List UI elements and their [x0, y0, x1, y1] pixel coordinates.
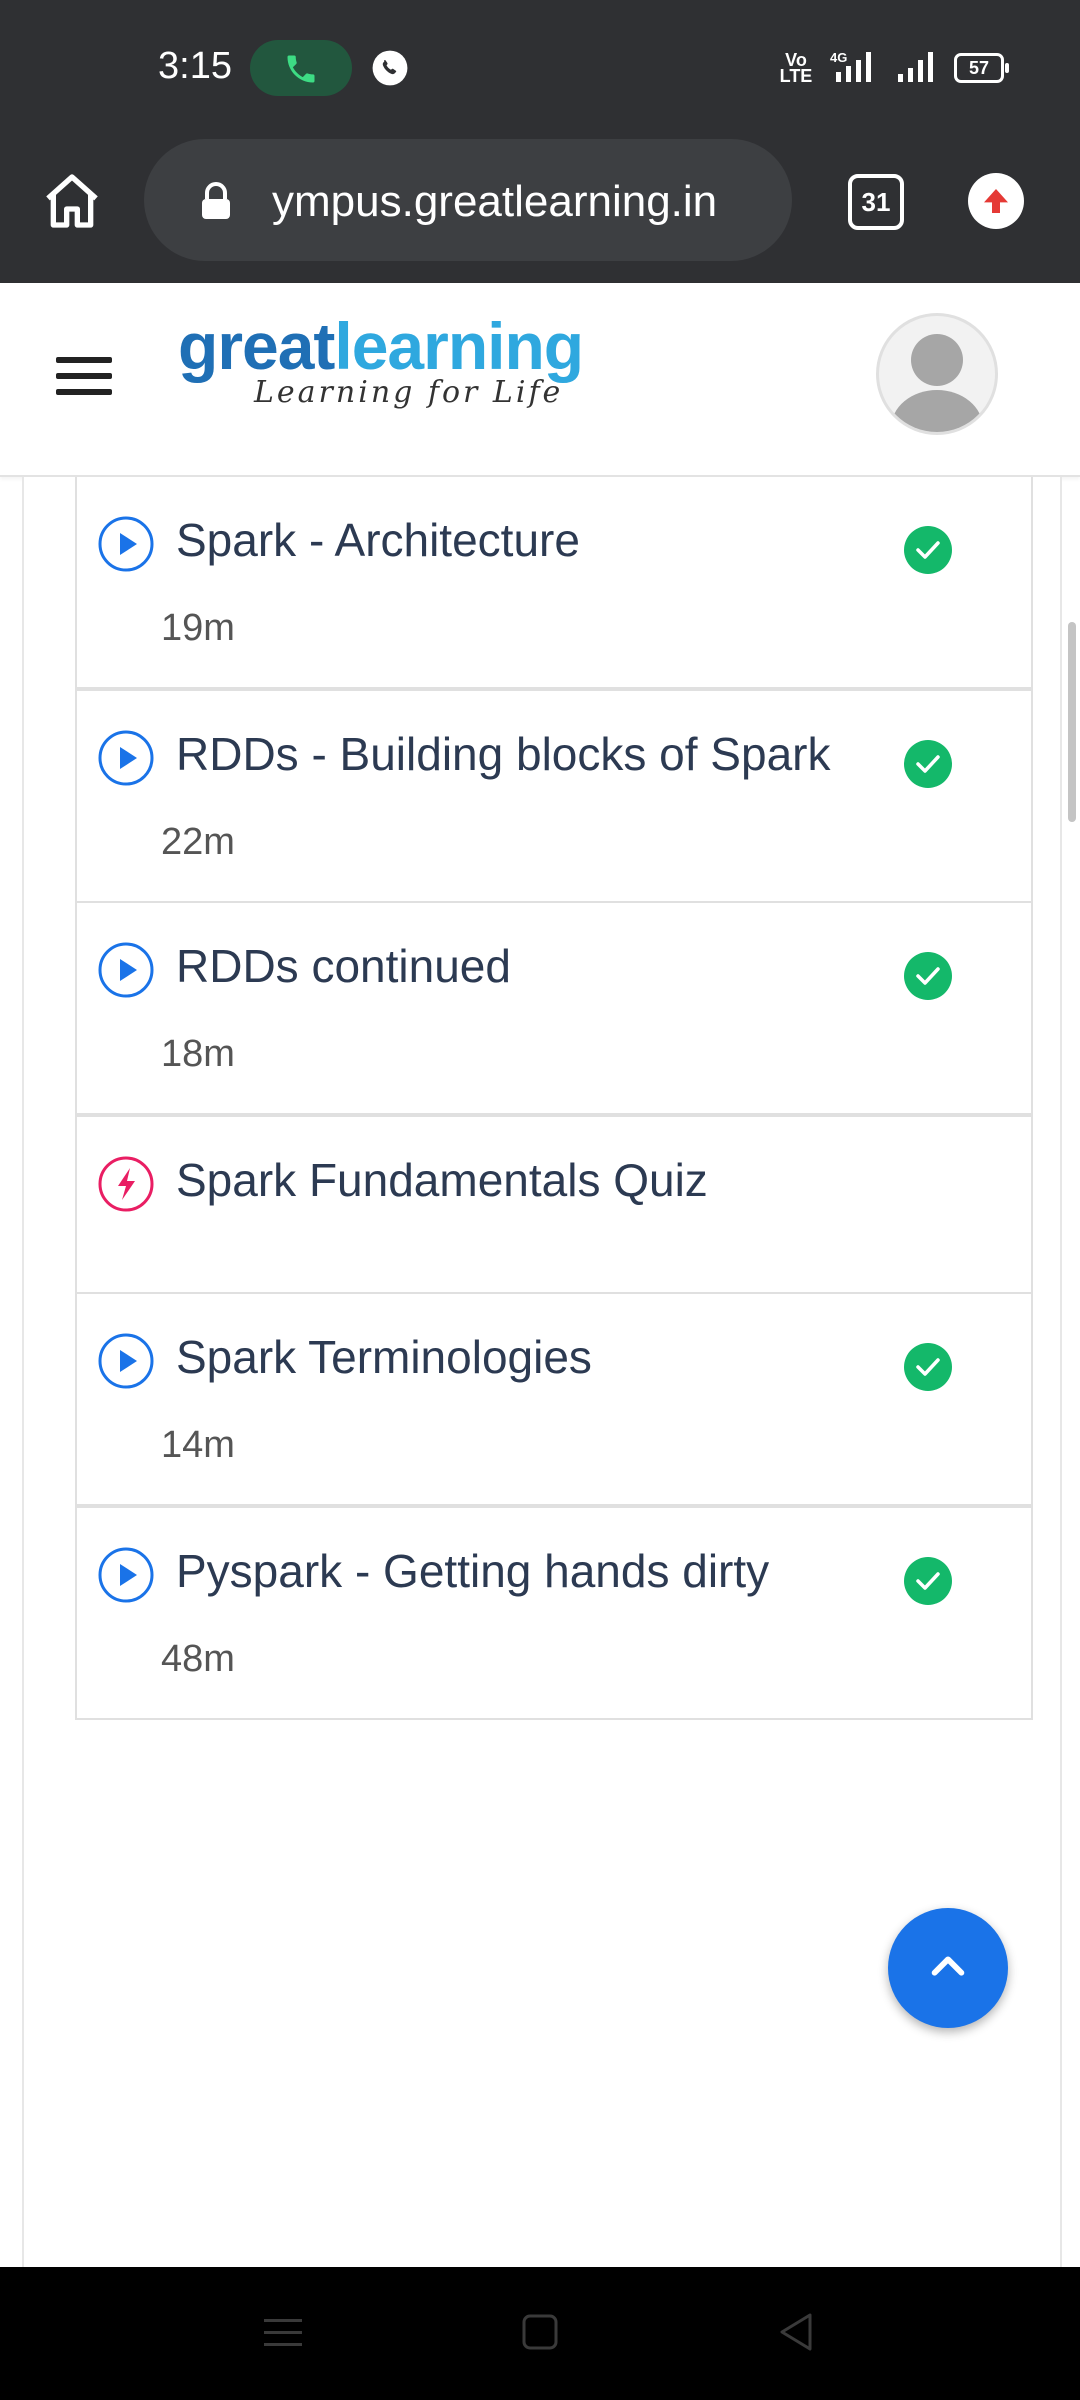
back-nav-icon[interactable] — [776, 2307, 816, 2357]
scrollbar[interactable] — [1068, 622, 1076, 822]
module-list: Spark - Architecture19mSpark architechur… — [75, 477, 1033, 1720]
status-bar: 3:15 Vo LTE 4G 57 — [0, 0, 1080, 135]
menu-icon[interactable] — [56, 357, 112, 405]
greatlearning-logo[interactable]: greatlearning Learning for Life — [178, 313, 584, 410]
completed-check-icon — [903, 525, 953, 575]
logo-tagline: Learning for Life — [254, 375, 564, 410]
module-item[interactable]: Pyspark - Getting hands dirty 48m — [77, 1508, 1031, 1720]
url-text: ympus.greatlearning.in — [272, 177, 718, 226]
play-circle-icon — [97, 1332, 155, 1390]
play-circle-icon — [97, 1546, 155, 1604]
play-circle-icon — [97, 941, 155, 999]
address-bar[interactable]: ympus.greatlearning.in — [144, 139, 792, 261]
module-title: Pyspark - Getting hands dirty — [176, 1545, 770, 1597]
arrow-up-icon — [984, 189, 1008, 213]
whatsapp-icon — [371, 49, 409, 92]
module-title: RDDs - Building blocks of Spark — [176, 728, 831, 780]
svg-text:4G: 4G — [830, 50, 847, 65]
completed-check-icon — [903, 951, 953, 1001]
completed-check-icon — [903, 1556, 953, 1606]
completed-check-icon — [903, 1342, 953, 1392]
module-duration: 48m — [161, 1638, 235, 1680]
scroll-to-top-button[interactable] — [888, 1908, 1008, 2028]
avatar[interactable] — [876, 313, 998, 435]
user-avatar-icon — [891, 334, 983, 432]
module-item[interactable]: Spark - Architecture 19m — [77, 477, 1031, 689]
update-button[interactable] — [968, 173, 1024, 229]
completed-check-icon — [903, 739, 953, 789]
module-duration: 22m — [161, 821, 235, 863]
module-title: RDDs continued — [176, 940, 511, 992]
system-icons: Vo LTE 4G 57 — [778, 50, 1009, 86]
module-item[interactable]: Spark Fundamentals Quiz — [77, 1117, 1031, 1294]
phone-icon — [287, 55, 315, 83]
chevron-up-icon — [931, 1956, 965, 1976]
signal-4g-icon: 4G — [830, 50, 871, 82]
ongoing-call-indicator[interactable] — [250, 40, 352, 96]
module-duration: 19m — [161, 607, 235, 649]
module-duration: 14m — [161, 1424, 235, 1466]
module-title: Spark - Architecture — [176, 514, 580, 566]
play-circle-icon — [97, 729, 155, 787]
home-button[interactable] — [40, 169, 104, 238]
lock-icon — [202, 182, 230, 219]
battery-icon: 57 — [954, 53, 1009, 83]
menu-nav-icon[interactable] — [262, 2307, 304, 2357]
module-item[interactable]: RDDs - Building blocks of Spark 22m — [77, 691, 1031, 903]
tab-switcher-button[interactable]: 31 — [848, 174, 904, 230]
status-time: 3:15 — [158, 45, 232, 87]
home-nav-icon[interactable] — [520, 2307, 560, 2357]
module-title: Spark Terminologies — [176, 1331, 592, 1383]
lightning-icon — [97, 1155, 155, 1213]
system-nav-bar — [0, 2267, 1080, 2400]
browser-toolbar: ympus.greatlearning.in 31 — [0, 135, 1080, 283]
module-duration: 18m — [161, 1033, 235, 1075]
signal-icon — [898, 52, 933, 82]
play-circle-icon — [97, 515, 155, 573]
home-icon — [46, 174, 98, 228]
module-title: Spark Fundamentals Quiz — [176, 1154, 708, 1206]
site-header: greatlearning Learning for Life — [0, 283, 1080, 477]
module-item[interactable]: Spark Terminologies 14m — [77, 1294, 1031, 1506]
module-item[interactable]: RDDs continued 18m — [77, 903, 1031, 1115]
volte-indicator: Vo LTE — [779, 50, 813, 86]
